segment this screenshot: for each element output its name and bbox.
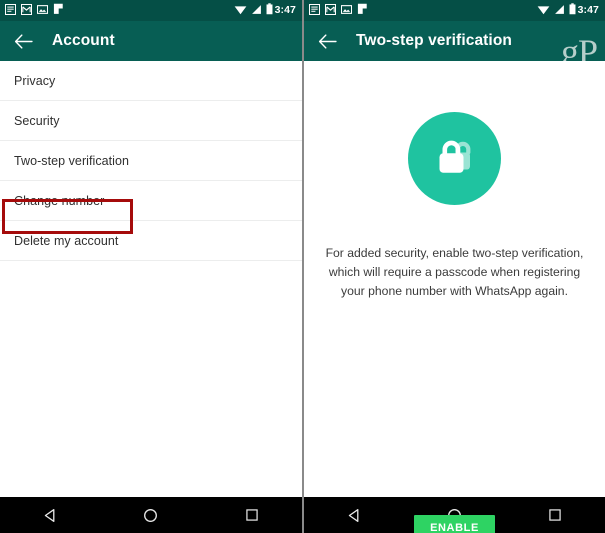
page-title-left: Account [52, 32, 115, 49]
system-icons-right [537, 2, 576, 20]
left-phone-screen: 3:47 Account Privacy Security Two-step v… [0, 0, 303, 533]
android-nav-bar-left [0, 496, 302, 533]
back-arrow-icon[interactable] [317, 31, 337, 51]
settings-list: Privacy Security Two-step verification C… [0, 61, 302, 261]
right-phone-screen: 3:47 Two-step verification gP For added … [303, 0, 605, 533]
two-step-verification-description: For added security, enable two-step veri… [325, 246, 584, 298]
status-bar-clock-right: 3:47 [577, 4, 599, 17]
photo-image-icon [340, 2, 353, 20]
battery-icon [266, 2, 273, 20]
recents-square-icon[interactable] [233, 497, 271, 533]
news-article-icon [4, 2, 17, 20]
list-item-label: Two-step verification [14, 153, 129, 168]
cellular-signal-icon [251, 2, 262, 20]
home-circle-icon[interactable] [132, 497, 170, 533]
list-item-change-number[interactable]: Change number [0, 181, 302, 221]
list-item-label: Security [14, 113, 60, 128]
list-item-delete-my-account[interactable]: Delete my account [0, 221, 302, 261]
notification-icons-left [4, 2, 64, 20]
settings-list-container: Privacy Security Two-step verification C… [0, 61, 302, 496]
flag-icon [357, 2, 368, 20]
enable-button[interactable]: ENABLE [414, 515, 495, 533]
notification-icons-right [308, 2, 368, 20]
list-item-label: Privacy [14, 73, 56, 88]
two-step-verification-body: For added security, enable two-step veri… [304, 61, 605, 533]
status-bar-clock-left: 3:47 [274, 4, 296, 17]
cellular-signal-icon [554, 2, 565, 20]
flag-icon [53, 2, 64, 20]
list-item-label: Change number [14, 193, 105, 208]
app-bar-left: Account [0, 21, 302, 61]
status-bar-left: 3:47 [0, 0, 302, 21]
gmail-envelope-icon [324, 2, 337, 20]
list-item-label: Delete my account [14, 233, 119, 248]
gmail-envelope-icon [20, 2, 33, 20]
dual-screenshot-container: 3:47 Account Privacy Security Two-step v… [0, 0, 605, 533]
list-item-security[interactable]: Security [0, 101, 302, 141]
news-article-icon [308, 2, 321, 20]
double-padlock-icon [408, 112, 501, 205]
list-item-privacy[interactable]: Privacy [0, 61, 302, 101]
list-item-two-step-verification[interactable]: Two-step verification [0, 141, 302, 181]
photo-image-icon [36, 2, 49, 20]
wifi-icon [234, 2, 247, 20]
enable-button-container: ENABLE [304, 515, 605, 533]
page-title-right: Two-step verification [356, 32, 512, 49]
back-arrow-icon[interactable] [13, 31, 33, 51]
app-bar-right: Two-step verification gP [304, 21, 605, 61]
back-triangle-icon[interactable] [31, 497, 69, 533]
battery-icon [569, 2, 576, 20]
groovypost-watermark: gP [560, 32, 598, 61]
system-icons-left [234, 2, 273, 20]
wifi-icon [537, 2, 550, 20]
status-bar-right: 3:47 [304, 0, 605, 21]
